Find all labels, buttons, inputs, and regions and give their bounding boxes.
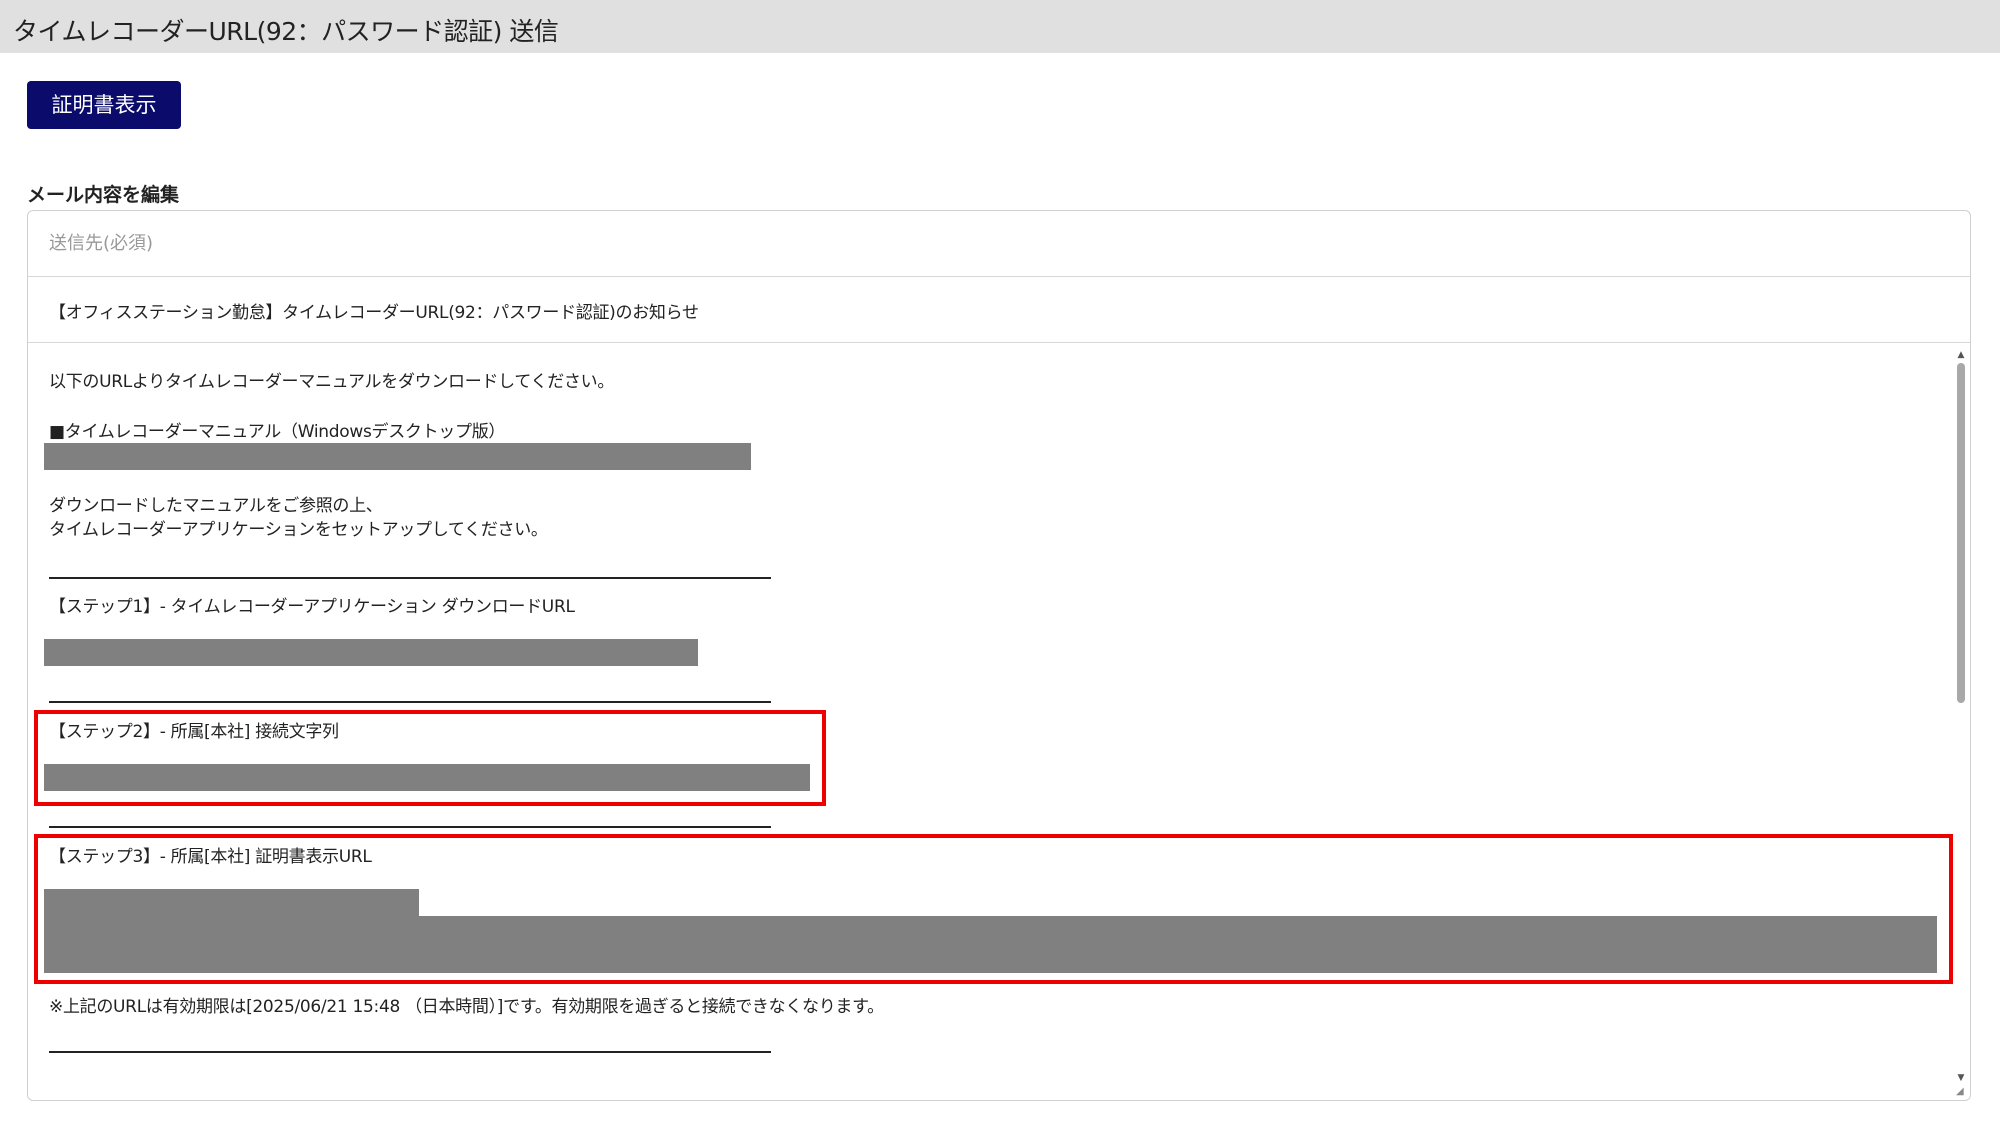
edit-mail-heading: メール内容を編集	[27, 184, 180, 206]
subject-text: 【オフィスステーション勤怠】タイムレコーダーURL(92：パスワード認証)のお知…	[49, 303, 699, 323]
redacted-download-url	[44, 639, 698, 666]
scrollbar-thumb[interactable]	[1957, 363, 1965, 703]
recipient-input[interactable]	[49, 225, 1929, 261]
body-step2: 【ステップ2】- 所属[本社] 接続文字列	[49, 722, 339, 742]
show-certificate-button[interactable]: 証明書表示	[27, 81, 181, 129]
mail-body-textarea[interactable]: 以下のURLよりタイムレコーダーマニュアルをダウンロードしてください。 ■タイム…	[28, 343, 1970, 1100]
body-intro: 以下のURLよりタイムレコーダーマニュアルをダウンロードしてください。	[49, 372, 615, 392]
redacted-connection-string	[44, 764, 810, 791]
redacted-manual-url	[44, 443, 751, 470]
separator-line	[49, 577, 771, 579]
body-expiry-note: ※上記のURLは有効期限は[2025/06/21 15:48 （日本時間）]です…	[49, 997, 884, 1017]
mail-form: 【オフィスステーション勤怠】タイムレコーダーURL(92：パスワード認証)のお知…	[27, 210, 1971, 1101]
separator-line	[49, 826, 771, 828]
body-scrollbar[interactable]: ▲ ▼	[1954, 349, 1968, 1094]
recipient-field	[28, 211, 1970, 277]
window-title: タイムレコーダーURL(92：パスワード認証) 送信	[13, 17, 559, 46]
resize-grip-icon[interactable]: ◢	[1956, 1086, 1968, 1098]
title-bar: タイムレコーダーURL(92：パスワード認証) 送信	[0, 0, 2000, 53]
scroll-up-arrow-icon[interactable]: ▲	[1954, 349, 1968, 361]
redacted-cert-url	[44, 889, 419, 919]
scroll-down-arrow-icon[interactable]: ▼	[1954, 1072, 1968, 1084]
body-instruction-1: ダウンロードしたマニュアルをご参照の上、	[49, 496, 383, 516]
separator-line	[49, 1051, 771, 1053]
body-step1: 【ステップ1】- タイムレコーダーアプリケーション ダウンロードURL	[49, 597, 575, 617]
redacted-cert-url	[44, 916, 1937, 973]
subject-field[interactable]: 【オフィスステーション勤怠】タイムレコーダーURL(92：パスワード認証)のお知…	[28, 277, 1970, 343]
body-step3: 【ステップ3】- 所属[本社] 証明書表示URL	[49, 847, 372, 867]
body-manual-heading: ■タイムレコーダーマニュアル（Windowsデスクトップ版）	[49, 422, 506, 442]
separator-line	[49, 701, 771, 703]
body-instruction-2: タイムレコーダーアプリケーションをセットアップしてください。	[49, 520, 548, 540]
